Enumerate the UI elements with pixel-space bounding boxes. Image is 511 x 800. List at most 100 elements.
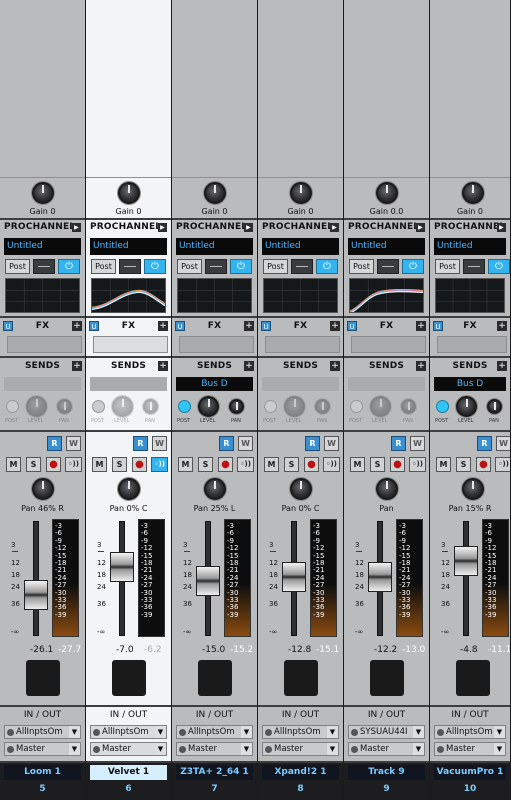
eq-display[interactable] xyxy=(91,278,166,313)
post-button[interactable]: Post xyxy=(349,259,374,274)
preset-field[interactable]: Untitled xyxy=(262,238,339,255)
prochannel-header[interactable]: PROCHANNEL ▶ xyxy=(4,222,81,235)
send-post-toggle[interactable] xyxy=(6,400,19,413)
channel-strip-8[interactable]: Gain 0 PROCHANNEL ▶ Untitled Post ⏻ U FX … xyxy=(258,0,343,800)
chevron-down-icon[interactable]: ▼ xyxy=(413,743,424,755)
chevron-down-icon[interactable]: ▼ xyxy=(69,726,80,738)
volume-fader[interactable] xyxy=(110,552,134,583)
power-icon[interactable]: ⏻ xyxy=(230,259,252,274)
chevron-down-icon[interactable]: ▼ xyxy=(155,726,166,738)
send-pan-knob[interactable] xyxy=(229,399,244,414)
channel-strip-7[interactable]: Gain 0 PROCHANNEL ▶ Untitled Post ⏻ U FX … xyxy=(172,0,257,800)
mute-button[interactable]: M xyxy=(264,457,279,472)
chevron-down-icon[interactable]: ▼ xyxy=(241,743,252,755)
send-level-knob[interactable] xyxy=(112,396,133,417)
pan-knob[interactable] xyxy=(376,478,398,500)
post-button[interactable]: Post xyxy=(5,259,30,274)
expand-arrow-icon[interactable]: ▶ xyxy=(72,223,81,232)
add-send-icon[interactable]: + xyxy=(416,361,426,371)
send-level-knob[interactable] xyxy=(26,396,47,417)
volume-fader[interactable] xyxy=(454,545,478,576)
send-level-knob[interactable] xyxy=(284,396,305,417)
write-automation-button[interactable]: W xyxy=(324,436,339,451)
record-arm-button[interactable]: ● xyxy=(132,457,147,472)
pan-knob[interactable] xyxy=(462,478,484,500)
input-monitor-button[interactable]: ◦)) xyxy=(237,457,254,472)
channel-strip-6[interactable]: Gain 0 PROCHANNEL ▶ Untitled Post ⏻ U FX … xyxy=(86,0,171,800)
chevron-down-icon[interactable]: ▼ xyxy=(413,726,424,738)
expand-arrow-icon[interactable]: ▶ xyxy=(244,223,253,232)
add-fx-icon[interactable]: + xyxy=(330,321,340,331)
add-fx-icon[interactable]: + xyxy=(72,321,82,331)
add-fx-icon[interactable]: + xyxy=(416,321,426,331)
gain-knob[interactable] xyxy=(462,182,484,204)
add-send-icon[interactable]: + xyxy=(72,361,82,371)
send-post-toggle[interactable] xyxy=(92,400,105,413)
routing-button[interactable] xyxy=(291,259,313,274)
gain-knob[interactable] xyxy=(204,182,226,204)
instrument-image[interactable] xyxy=(172,657,257,707)
post-button[interactable]: Post xyxy=(91,259,116,274)
send-pan-knob[interactable] xyxy=(487,399,502,414)
gain-knob[interactable] xyxy=(290,182,312,204)
send-bus-selector[interactable] xyxy=(4,377,81,391)
input-selector[interactable]: AllInptsOm ▼ xyxy=(262,725,339,739)
routing-button[interactable] xyxy=(119,259,141,274)
pan-knob[interactable] xyxy=(204,478,226,500)
expand-arrow-icon[interactable]: ▶ xyxy=(158,223,167,232)
write-automation-button[interactable]: W xyxy=(66,436,81,451)
routing-button[interactable] xyxy=(33,259,55,274)
input-monitor-button[interactable]: ◦)) xyxy=(409,457,426,472)
volume-fader[interactable] xyxy=(282,562,306,592)
write-automation-button[interactable]: W xyxy=(238,436,253,451)
send-bus-selector[interactable] xyxy=(90,377,167,391)
track-name[interactable]: Xpand!2 1 xyxy=(262,765,339,780)
send-pan-knob[interactable] xyxy=(315,399,330,414)
track-name[interactable]: Loom 1 xyxy=(4,765,81,780)
record-arm-button[interactable]: ● xyxy=(390,457,405,472)
track-name[interactable]: Velvet 1 xyxy=(90,765,167,780)
eq-display[interactable] xyxy=(435,278,505,313)
solo-button[interactable]: S xyxy=(456,457,471,472)
track-name[interactable]: VacuumPro 1 xyxy=(434,765,506,780)
instrument-image[interactable] xyxy=(344,657,429,707)
send-post-toggle[interactable] xyxy=(350,400,363,413)
write-automation-button[interactable]: W xyxy=(152,436,167,451)
mute-button[interactable]: M xyxy=(92,457,107,472)
pan-knob[interactable] xyxy=(32,478,54,500)
send-bus-selector[interactable]: Bus D xyxy=(434,377,506,391)
solo-button[interactable]: S xyxy=(370,457,385,472)
solo-button[interactable]: S xyxy=(198,457,213,472)
volume-fader[interactable] xyxy=(196,566,220,597)
instrument-image[interactable] xyxy=(430,657,510,707)
track-name[interactable]: Track 9 xyxy=(348,765,425,780)
prochannel-header[interactable]: PROCHANNEL ▶ xyxy=(90,222,167,235)
add-send-icon[interactable]: + xyxy=(244,361,254,371)
instrument-image[interactable] xyxy=(86,657,171,707)
channel-strip-9[interactable]: Gain 0.0 PROCHANNEL ▶ Untitled Post ⏻ U F… xyxy=(344,0,429,800)
read-automation-button[interactable]: R xyxy=(391,436,406,451)
record-arm-button[interactable]: ● xyxy=(476,457,491,472)
gain-knob[interactable] xyxy=(32,182,54,204)
send-pan-knob[interactable] xyxy=(401,399,416,414)
chevron-down-icon[interactable]: ▼ xyxy=(327,726,338,738)
mute-button[interactable]: M xyxy=(6,457,21,472)
channel-strip-10[interactable]: Gain 0 PROCHANNEL ▶ Untitled Post ⏻ U FX … xyxy=(430,0,510,800)
fx-bin[interactable] xyxy=(351,336,426,353)
gain-knob[interactable] xyxy=(376,182,398,204)
read-automation-button[interactable]: R xyxy=(219,436,234,451)
chevron-down-icon[interactable]: ▼ xyxy=(494,743,505,755)
write-automation-button[interactable]: W xyxy=(410,436,425,451)
post-button[interactable]: Post xyxy=(177,259,202,274)
chevron-down-icon[interactable]: ▼ xyxy=(494,726,505,738)
record-arm-button[interactable]: ● xyxy=(218,457,233,472)
write-automation-button[interactable]: W xyxy=(496,436,510,451)
routing-button[interactable] xyxy=(377,259,399,274)
send-level-knob[interactable] xyxy=(370,396,391,417)
mute-button[interactable]: M xyxy=(178,457,193,472)
track-name[interactable]: Z3TA+ 2_64 1 xyxy=(176,765,253,780)
routing-button[interactable] xyxy=(205,259,227,274)
send-level-knob[interactable] xyxy=(198,396,219,417)
record-arm-button[interactable]: ● xyxy=(46,457,61,472)
mute-button[interactable]: M xyxy=(436,457,451,472)
